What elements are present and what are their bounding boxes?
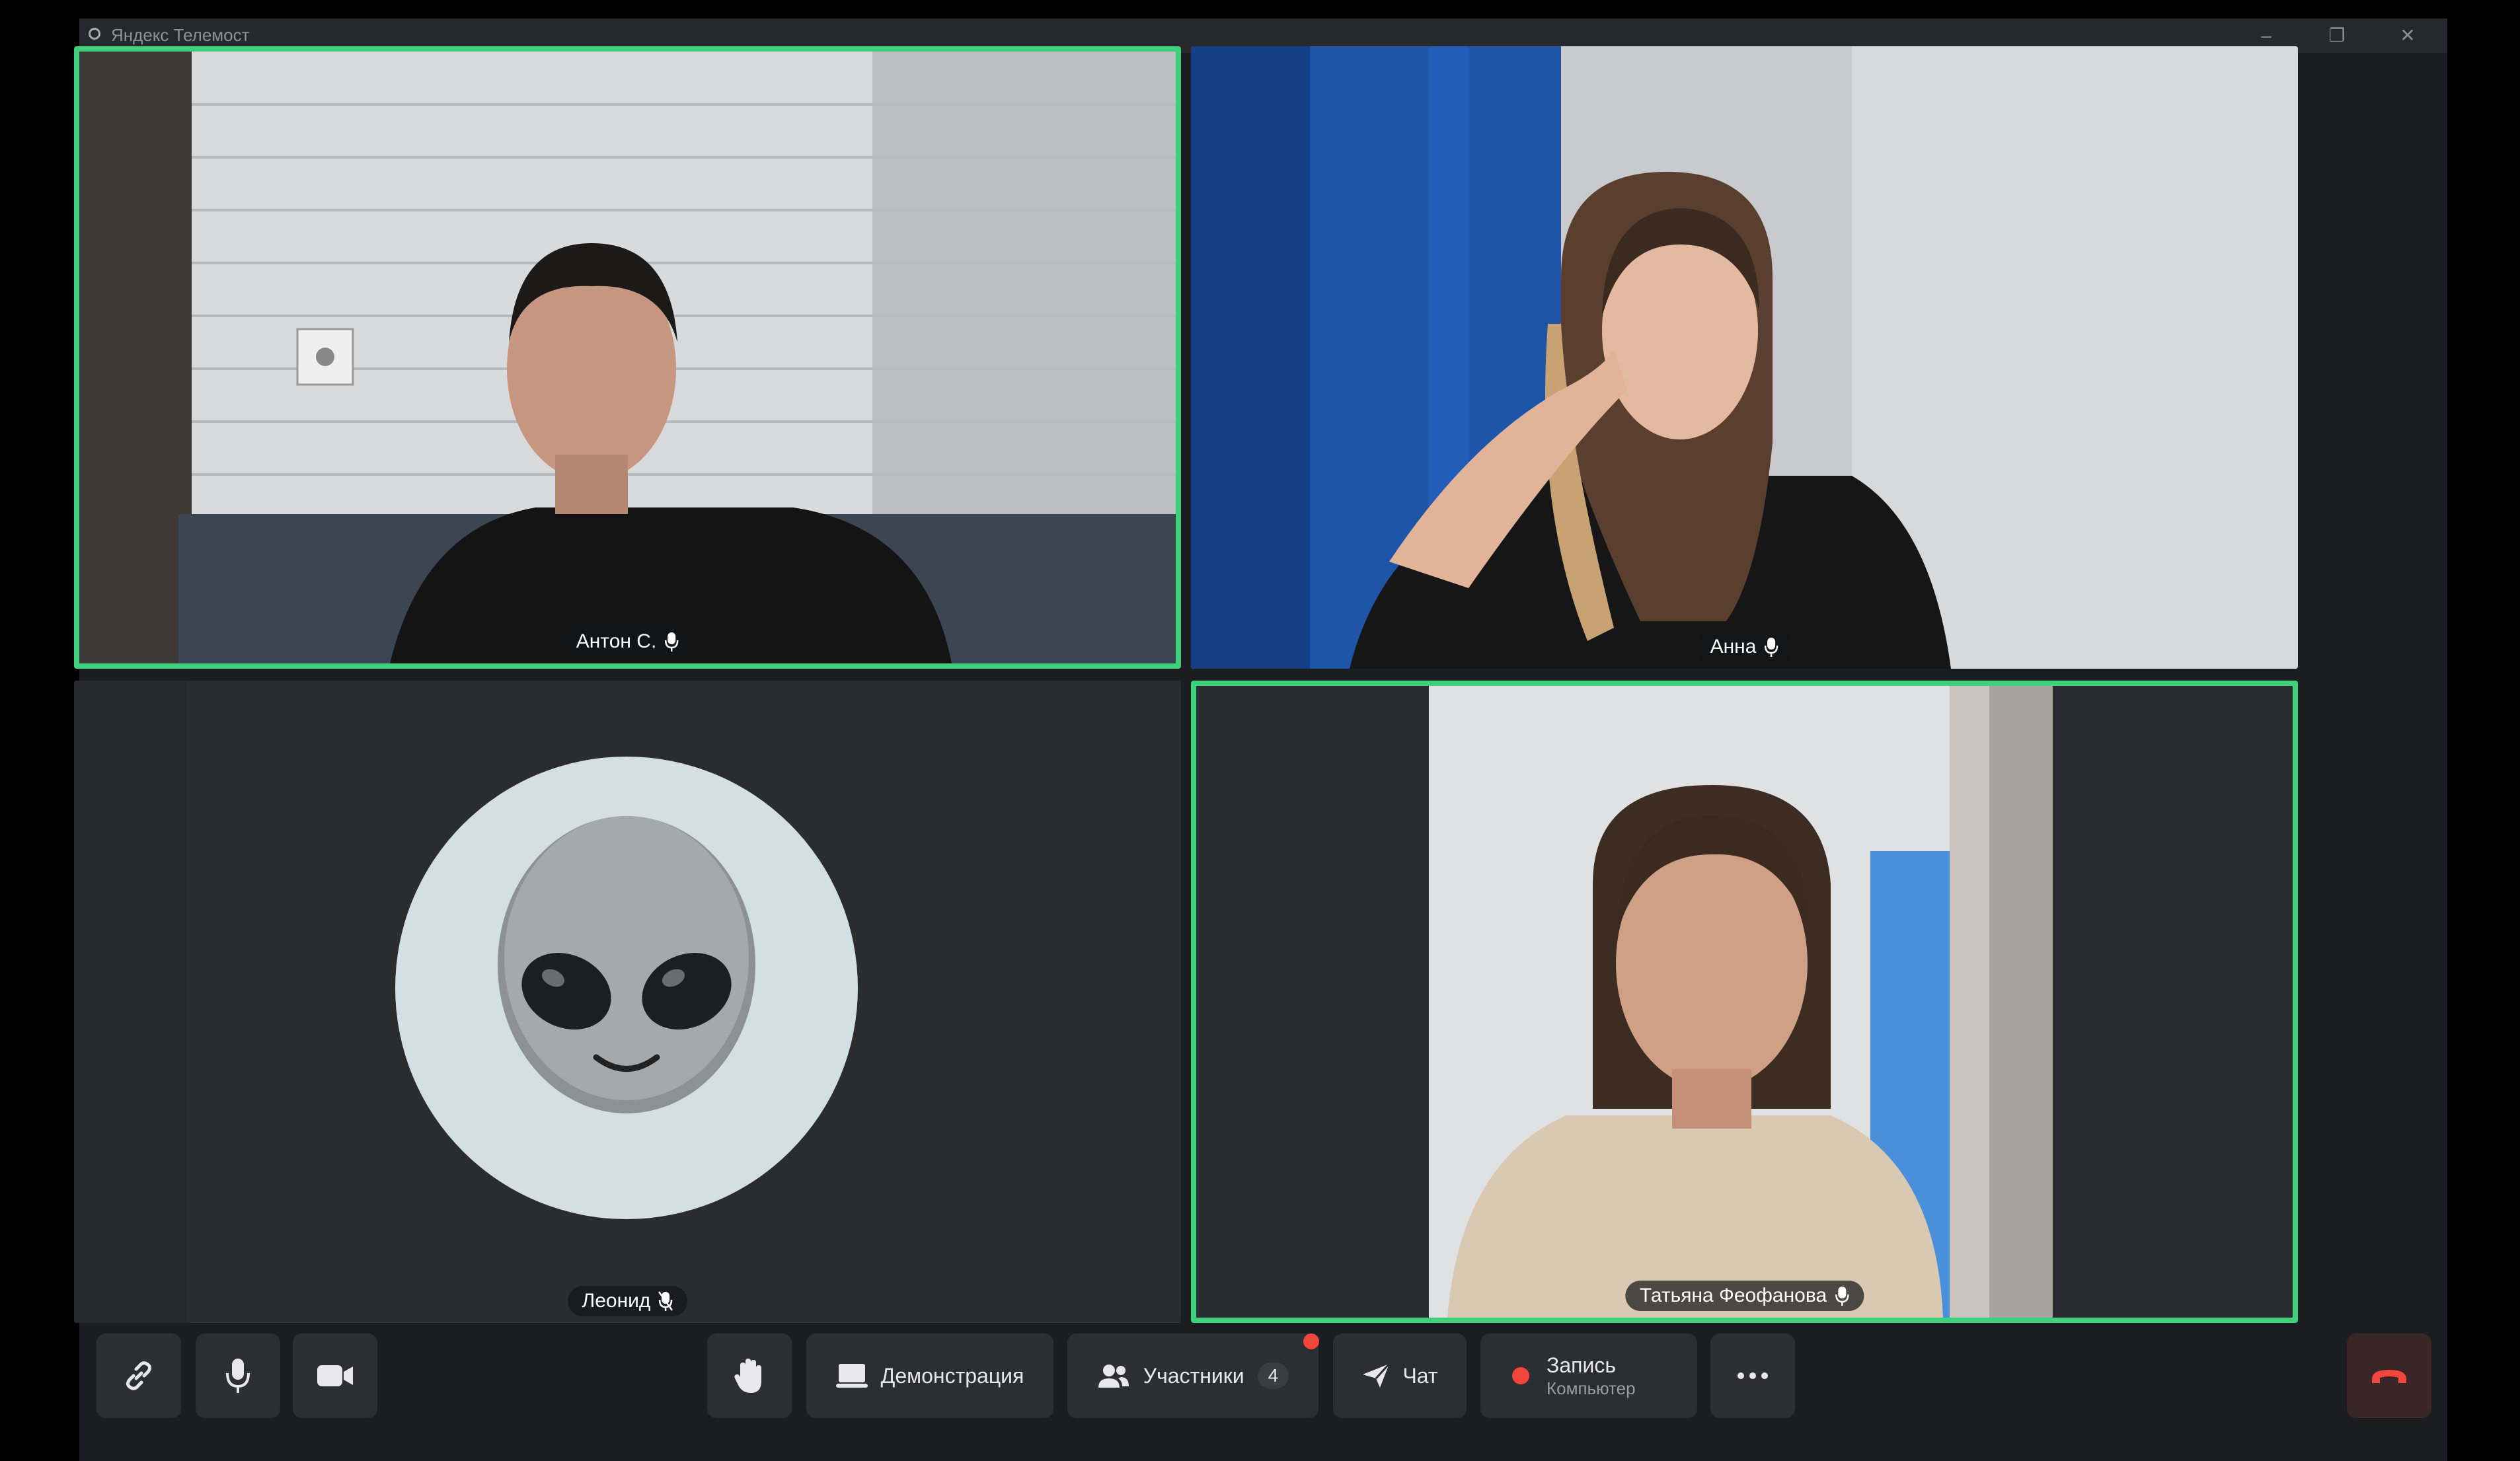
camera-icon — [317, 1365, 353, 1386]
notification-dot — [1303, 1333, 1319, 1349]
chat-label: Чат — [1402, 1363, 1438, 1388]
participant-name: Анна — [1710, 636, 1757, 657]
mic-muted-icon — [658, 1291, 673, 1311]
microphone-icon — [1835, 1287, 1849, 1306]
record-sub-label: Компьютер — [1546, 1378, 1636, 1398]
video-tile-anton[interactable]: Антон С. — [74, 46, 1181, 669]
video-tile-anna[interactable]: Анна — [1191, 46, 2298, 669]
record-dot-icon — [1512, 1367, 1529, 1384]
participant-name: Антон С. — [576, 630, 657, 652]
video-feed — [1191, 46, 2298, 669]
participants-label: Участники — [1143, 1363, 1244, 1388]
participant-name: Леонид — [582, 1290, 651, 1312]
participants-count-badge: 4 — [1257, 1363, 1289, 1389]
screen-share-button[interactable]: Демонстрация — [806, 1333, 1053, 1418]
microphone-button[interactable] — [196, 1333, 280, 1418]
participant-name-pill: Татьяна Феофанова — [1624, 1281, 1864, 1311]
window-title: Яндекс Телемост — [111, 25, 250, 45]
screen-share-icon — [835, 1364, 868, 1388]
participant-name-pill: Леонид — [567, 1286, 688, 1316]
screen-share-label: Демонстрация — [880, 1363, 1024, 1388]
video-tile-leonid[interactable]: Леонид — [74, 681, 1181, 1323]
maximize-icon[interactable]: ❐ — [2316, 21, 2358, 50]
microphone-icon — [1765, 638, 1778, 657]
end-call-button[interactable] — [2347, 1333, 2431, 1418]
participants-button[interactable]: Участники 4 — [1067, 1333, 1318, 1418]
avatar — [74, 681, 1181, 1323]
raise-hand-icon — [734, 1359, 761, 1393]
more-options-button[interactable] — [1710, 1333, 1795, 1418]
send-icon — [1363, 1363, 1391, 1388]
end-call-icon — [2372, 1370, 2406, 1383]
participants-icon — [1098, 1365, 1129, 1388]
link-icon — [126, 1361, 152, 1390]
participant-name-pill: Антон С. — [561, 626, 694, 657]
app-logo-icon — [89, 28, 100, 40]
more-icon — [1737, 1372, 1768, 1379]
video-feed — [1196, 686, 2293, 1318]
microphone-icon — [665, 632, 679, 652]
camera-button[interactable] — [293, 1333, 377, 1418]
close-icon[interactable]: ✕ — [2386, 21, 2429, 50]
microphone-icon — [226, 1359, 250, 1393]
raise-hand-button[interactable] — [707, 1333, 792, 1418]
alien-emoji-icon — [498, 816, 755, 1113]
video-feed — [79, 52, 1176, 663]
copy-link-button[interactable] — [96, 1333, 181, 1418]
video-tile-tatiana[interactable]: Татьяна Феофанова — [1191, 681, 2298, 1323]
participant-name: Татьяна Феофанова — [1639, 1285, 1827, 1306]
record-button[interactable]: Запись Компьютер — [1480, 1333, 1697, 1418]
participant-name-pill: Анна — [1695, 632, 1794, 662]
chat-button[interactable]: Чат — [1333, 1333, 1467, 1418]
record-label: Запись — [1546, 1353, 1616, 1378]
